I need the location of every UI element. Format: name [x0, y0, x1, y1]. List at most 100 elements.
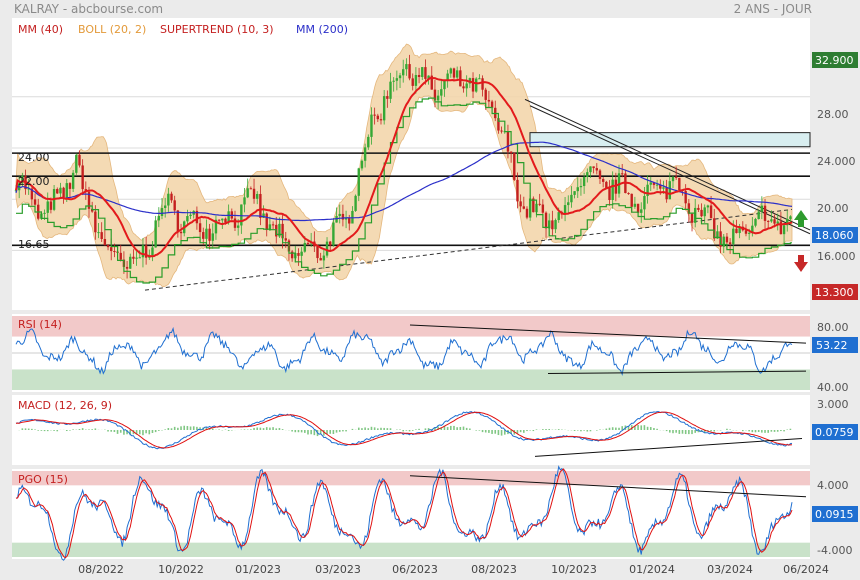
- macd-histogram-bar: [621, 426, 624, 430]
- candle-body: [179, 231, 183, 234]
- price-tick-28: 28.00: [817, 108, 849, 121]
- date-tick-label: 03/2024: [707, 563, 753, 576]
- macd-histogram-bar: [357, 427, 360, 430]
- candle-body: [249, 188, 253, 190]
- macd-histogram-bar: [192, 426, 195, 430]
- candle-body: [163, 205, 167, 208]
- macd-histogram-bar: [491, 430, 493, 434]
- candle-body: [382, 96, 386, 121]
- macd-histogram-bar: [589, 430, 592, 432]
- macd-histogram-bar: [770, 430, 773, 432]
- macd-histogram-bar: [535, 429, 538, 430]
- candle-body: [78, 154, 81, 166]
- macd-histogram-bar: [488, 430, 490, 433]
- candle-body: [49, 201, 53, 210]
- candle-body: [633, 203, 637, 207]
- macd-histogram-bar: [119, 430, 122, 433]
- macd-histogram-bar: [450, 425, 452, 430]
- macd-histogram-bar: [754, 430, 757, 433]
- candle-body: [678, 177, 681, 191]
- candle-body: [655, 184, 659, 186]
- macd-histogram-bar: [361, 428, 363, 430]
- macd-histogram-bar: [297, 430, 300, 433]
- candle-body: [417, 74, 421, 77]
- candle-body: [173, 200, 176, 211]
- price-tick-20: 20.00: [817, 202, 849, 215]
- candle-body: [636, 203, 640, 213]
- macd-histogram-bar: [764, 430, 766, 433]
- macd-histogram-bar: [408, 430, 411, 432]
- candle-body: [138, 257, 141, 259]
- candle-body: [735, 228, 738, 234]
- candle-body: [490, 101, 494, 108]
- candle-body: [367, 136, 370, 148]
- macd-histogram-bar: [665, 430, 668, 432]
- macd-histogram-bar: [529, 430, 531, 431]
- candle-body: [455, 70, 459, 78]
- date-tick-label: 03/2023: [315, 563, 361, 576]
- macd-histogram-bar: [783, 430, 785, 432]
- candle-body: [284, 238, 287, 241]
- macd-histogram-bar: [469, 428, 471, 430]
- macd-histogram-bar: [170, 428, 173, 430]
- candle-body: [452, 68, 456, 78]
- candle-body: [357, 168, 360, 196]
- candle-body: [167, 193, 170, 206]
- badge-high-label: 32.900: [815, 54, 854, 67]
- macd-histogram-bar: [367, 428, 370, 430]
- macd-histogram-bar: [678, 430, 681, 434]
- candle-body: [440, 89, 443, 96]
- macd-histogram-bar: [211, 428, 214, 430]
- macd-histogram-bar: [494, 430, 497, 434]
- macd-histogram-bar: [557, 429, 560, 430]
- macd-histogram-bar: [424, 428, 427, 430]
- macd-histogram-bar: [780, 430, 782, 432]
- macd-histogram-bar: [459, 426, 462, 430]
- candle-body: [601, 178, 605, 182]
- date-tick-label: 06/2023: [392, 563, 438, 576]
- macd-histogram-bar: [148, 430, 151, 435]
- macd-histogram-bar: [72, 429, 74, 430]
- macd-histogram-bar: [548, 428, 551, 430]
- candle-body: [81, 165, 84, 190]
- macd-histogram-bar: [123, 430, 125, 435]
- candle-body: [186, 216, 189, 222]
- candle-body: [475, 78, 478, 92]
- macd-histogram-bar: [113, 430, 116, 433]
- candle-body: [256, 193, 259, 199]
- macd-histogram-bar: [154, 430, 157, 433]
- macd-histogram-bar: [713, 430, 716, 432]
- candle-body: [332, 222, 335, 246]
- candle-body: [398, 75, 402, 79]
- candle-body: [265, 213, 268, 231]
- legend-ma200: MM (200): [296, 23, 348, 36]
- candle-body: [703, 207, 706, 217]
- pgo-overbought-zone: [12, 471, 810, 486]
- macd-histogram-bar: [675, 430, 677, 433]
- candle-body: [322, 255, 326, 261]
- candle-body: [392, 80, 395, 82]
- macd-histogram-bar: [776, 430, 779, 432]
- candle-body: [706, 205, 710, 208]
- macd-histogram-bar: [653, 428, 655, 430]
- candle-body: [411, 78, 414, 86]
- macd-histogram-bar: [329, 430, 332, 434]
- candle-body: [478, 78, 481, 80]
- legend-supertrend: SUPERTREND (10, 3): [160, 23, 274, 36]
- macd-histogram-bar: [576, 430, 579, 431]
- candle-body: [221, 218, 224, 221]
- macd-histogram-bar: [370, 426, 373, 430]
- pgo-tick-minus4: -4.000: [817, 544, 852, 557]
- candle-body: [373, 114, 376, 116]
- candle-body: [754, 219, 757, 226]
- macd-histogram-bar: [523, 430, 525, 433]
- candle-body: [544, 212, 548, 229]
- macd-histogram-bar: [415, 429, 417, 430]
- candle-body: [541, 204, 545, 213]
- candle-body: [240, 204, 243, 226]
- macd-histogram-bar: [307, 430, 309, 435]
- candle-body: [519, 201, 522, 207]
- macd-histogram-bar: [386, 428, 389, 430]
- candle-body: [725, 236, 729, 243]
- candle-body: [43, 212, 46, 214]
